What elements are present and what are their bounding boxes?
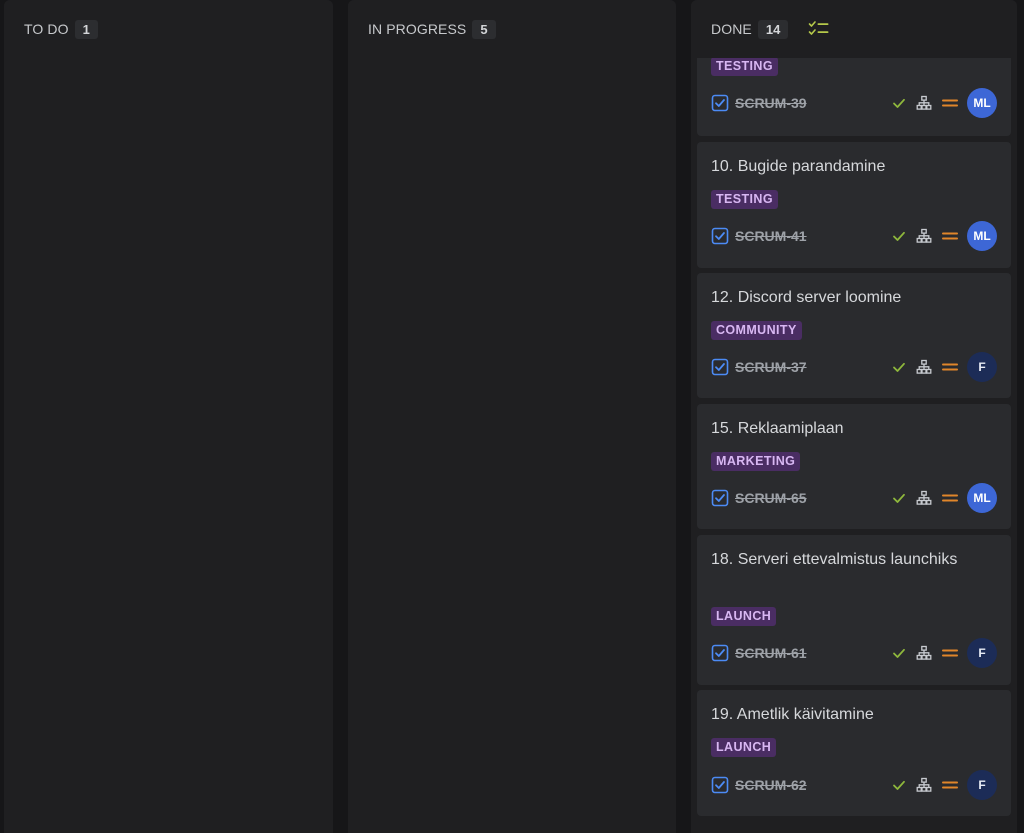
issue-card[interactable]: 18. Serveri ettevalmistus launchiks LAUN…: [697, 535, 1011, 685]
card-meta: F: [891, 638, 997, 668]
done-checklist-icon: [808, 20, 830, 38]
issue-title: 10. Bugide parandamine: [711, 158, 886, 175]
checkmark-icon: [891, 490, 907, 506]
checkbox-task-icon: [711, 94, 729, 112]
issue-card[interactable]: 15. Reklaamiplaan MARKETING SCRUM-65 ML: [697, 404, 1011, 529]
issue-title: 19. Ametlik käivitamine: [711, 706, 874, 723]
issue-label: MARKETING: [711, 452, 801, 471]
card-meta: F: [891, 770, 997, 800]
issue-key[interactable]: SCRUM-39: [735, 95, 807, 111]
column-header-todo: TO DO 1: [4, 0, 333, 58]
checkmark-icon: [891, 777, 907, 793]
kanban-board: TO DO 1 IN PROGRESS 5 TESTING SCRUM-39 M…: [0, 0, 1024, 833]
assignee-avatar[interactable]: ML: [967, 221, 997, 251]
card-footer: SCRUM-39 ML: [711, 88, 997, 118]
assignee-avatar[interactable]: ML: [967, 483, 997, 513]
checkmark-icon: [891, 359, 907, 375]
priority-medium-icon: [941, 490, 959, 506]
priority-medium-icon: [941, 645, 959, 661]
card-meta: ML: [891, 88, 997, 118]
checkmark-icon: [891, 645, 907, 661]
issue-title: 15. Reklaamiplaan: [711, 420, 844, 437]
column-header-in-progress: IN PROGRESS 5: [348, 0, 676, 58]
subtask-hierarchy-icon[interactable]: [916, 359, 932, 375]
column-done[interactable]: TESTING SCRUM-39 ML 10. Bugide parandami…: [691, 0, 1017, 833]
assignee-avatar[interactable]: F: [967, 638, 997, 668]
issue-key[interactable]: SCRUM-41: [735, 228, 807, 244]
checkbox-task-icon: [711, 227, 729, 245]
issue-card[interactable]: 12. Discord server loomine COMMUNITY SCR…: [697, 273, 1011, 398]
column-title: TO DO: [24, 21, 69, 37]
issue-card[interactable]: 10. Bugide parandamine TESTING SCRUM-41 …: [697, 142, 1011, 268]
issue-title: 18. Serveri ettevalmistus launchiks: [711, 551, 958, 568]
priority-medium-icon: [941, 777, 959, 793]
card-footer: SCRUM-62 F: [711, 770, 997, 800]
issue-label: TESTING: [711, 57, 778, 76]
card-meta: F: [891, 352, 997, 382]
issue-label: LAUNCH: [711, 738, 777, 757]
checkbox-task-icon: [711, 644, 729, 662]
column-header-done: DONE 14: [691, 0, 1017, 58]
checkmark-icon: [891, 228, 907, 244]
checkmark-icon: [891, 95, 907, 111]
assignee-avatar[interactable]: ML: [967, 88, 997, 118]
checkbox-task-icon: [711, 358, 729, 376]
issue-key[interactable]: SCRUM-61: [735, 645, 807, 661]
subtask-hierarchy-icon[interactable]: [916, 645, 932, 661]
card-footer: SCRUM-41 ML: [711, 221, 997, 251]
issue-key[interactable]: SCRUM-65: [735, 490, 807, 506]
issue-key[interactable]: SCRUM-62: [735, 777, 807, 793]
column-todo[interactable]: TO DO 1: [4, 0, 333, 833]
column-title: IN PROGRESS: [368, 21, 467, 37]
column-count-badge: 1: [74, 19, 98, 39]
checkbox-task-icon: [711, 776, 729, 794]
card-meta: ML: [891, 483, 997, 513]
subtask-hierarchy-icon[interactable]: [916, 777, 932, 793]
priority-medium-icon: [941, 359, 959, 375]
issue-key[interactable]: SCRUM-37: [735, 359, 807, 375]
assignee-avatar[interactable]: F: [967, 352, 997, 382]
assignee-avatar[interactable]: F: [967, 770, 997, 800]
issue-label: TESTING: [711, 190, 778, 209]
column-in-progress[interactable]: IN PROGRESS 5: [348, 0, 676, 833]
column-count-badge: 14: [757, 19, 789, 39]
subtask-hierarchy-icon[interactable]: [916, 95, 932, 111]
issue-card[interactable]: 19. Ametlik käivitamine LAUNCH SCRUM-62 …: [697, 690, 1011, 816]
priority-medium-icon: [941, 228, 959, 244]
issue-title: 12. Discord server loomine: [711, 289, 902, 306]
column-count-badge: 5: [472, 19, 496, 39]
card-footer: SCRUM-37 F: [711, 352, 997, 382]
issue-label: LAUNCH: [711, 607, 777, 626]
checkbox-task-icon: [711, 489, 729, 507]
card-footer: SCRUM-61 F: [711, 638, 997, 668]
card-meta: ML: [891, 221, 997, 251]
subtask-hierarchy-icon[interactable]: [916, 490, 932, 506]
issue-label: COMMUNITY: [711, 321, 802, 340]
subtask-hierarchy-icon[interactable]: [916, 228, 932, 244]
priority-medium-icon: [941, 95, 959, 111]
column-title: DONE: [711, 21, 752, 37]
card-footer: SCRUM-65 ML: [711, 483, 997, 513]
